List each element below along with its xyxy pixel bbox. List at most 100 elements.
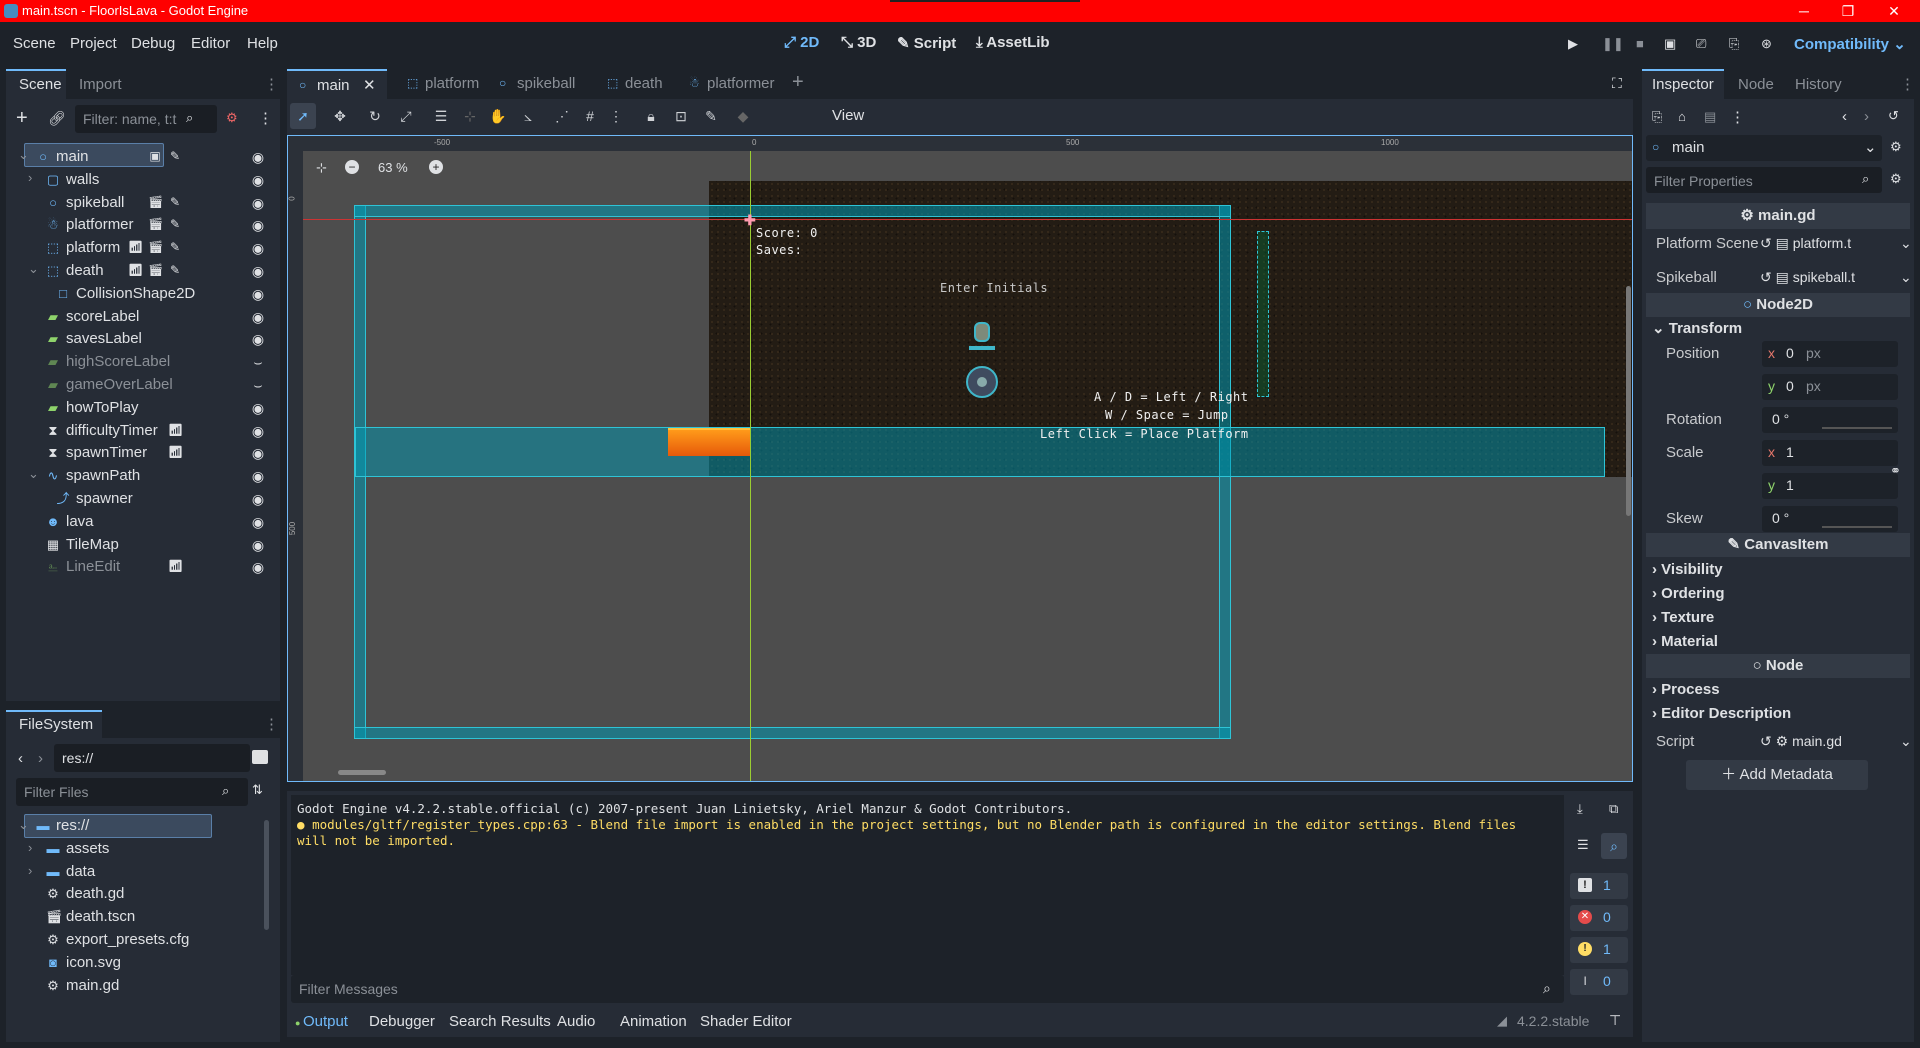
bottom-tab-debugger[interactable]: Debugger <box>369 1013 435 1030</box>
scene-tab-spikeball[interactable]: ○ spikeball <box>487 69 591 99</box>
signal-icon[interactable]: 📶︎ <box>128 263 143 277</box>
instance-icon[interactable]: 🎬︎ <box>148 263 163 277</box>
scale-y-field[interactable]: y 1 <box>1762 473 1898 499</box>
bone-icon[interactable]: ✎ <box>702 107 720 125</box>
viewport-h-scrollbar[interactable] <box>338 770 386 775</box>
view-menu[interactable]: View <box>832 107 864 124</box>
tab-inspector[interactable]: Inspector <box>1652 76 1714 93</box>
zoom-level[interactable]: 63 % <box>378 160 408 175</box>
revert-icon[interactable]: ↺ <box>1760 733 1776 749</box>
kebab-menu-icon[interactable]: ⋮ <box>264 75 279 93</box>
rotation-field[interactable]: 0 ° <box>1762 407 1898 433</box>
resource-more-icon[interactable]: ⋮ <box>1730 108 1745 126</box>
messages-toggle[interactable]: ! 1 <box>1570 873 1628 899</box>
menu-editor[interactable]: Editor <box>191 35 230 52</box>
lock-icon[interactable]: 🔒︎ <box>642 107 660 125</box>
history-back-icon[interactable]: ‹ <box>1842 108 1847 125</box>
file-scrollbar[interactable] <box>264 820 269 930</box>
chevron-down-icon[interactable]: ⌄ <box>18 147 29 163</box>
scene-tab-main[interactable]: ○ main ✕ <box>287 69 387 99</box>
bottom-tab-shader-editor[interactable]: Shader Editor <box>700 1013 792 1030</box>
menu-scene[interactable]: Scene <box>13 35 56 52</box>
visibility-eye-icon[interactable]: ◉ <box>250 309 266 325</box>
output-log[interactable]: Godot Engine v4.2.2.stable.official (c) … <box>291 795 1564 975</box>
object-selector[interactable]: ○ main ⌄ <box>1646 135 1882 161</box>
new-scene-tab-icon[interactable]: + <box>792 71 804 94</box>
select-tool-icon[interactable]: ➚ <box>294 107 312 125</box>
file-item[interactable]: › ▬ assets <box>10 837 266 861</box>
transform-group[interactable]: ⌄ Transform <box>1652 319 1742 337</box>
skew-slider[interactable] <box>1822 526 1892 528</box>
menu-debug[interactable]: Debug <box>131 35 175 52</box>
visibility-eye-icon[interactable]: ◉ <box>250 263 266 279</box>
collapse-icon[interactable]: ☰ <box>1577 837 1589 853</box>
minimize-button[interactable]: ─ <box>1794 1 1814 21</box>
saves-label-preview[interactable]: Saves: <box>756 243 802 257</box>
rotate-tool-icon[interactable]: ↻ <box>366 107 384 125</box>
history-forward-icon[interactable]: › <box>1864 108 1869 125</box>
visibility-eye-icon[interactable]: ◉ <box>250 217 266 233</box>
revert-icon[interactable]: ↺ <box>1760 269 1776 285</box>
signal-icon[interactable]: 📶︎ <box>168 445 183 459</box>
wall-collision-bottom[interactable] <box>354 727 1231 739</box>
scene-node-lineedit[interactable]: ⎁ LineEdit 📶︎ ◉ <box>10 553 276 581</box>
editor-messages-toggle[interactable]: ⏽ 0 <box>1570 969 1628 995</box>
stop-icon[interactable]: ■ <box>1636 36 1644 51</box>
file-item[interactable]: › ▬ data <box>10 860 266 884</box>
file-item[interactable]: 🎬︎ death.tscn <box>10 905 266 929</box>
smart-snap-icon[interactable]: ⋰ <box>553 107 571 125</box>
pause-icon[interactable]: ❚❚ <box>1602 36 1624 52</box>
kebab-menu-icon[interactable]: ⋮ <box>1900 75 1915 93</box>
instance-icon[interactable]: 🎬︎ <box>148 240 163 254</box>
chevron-down-icon[interactable]: ⌄ <box>18 817 29 833</box>
script-icon[interactable]: ✎ <box>168 263 182 277</box>
sort-icon[interactable]: ⇅ <box>252 782 263 798</box>
chevron-down-icon[interactable]: ⌄ <box>28 466 39 482</box>
clear-icon[interactable]: ⧉ <box>1609 801 1618 817</box>
tab-node[interactable]: Node <box>1738 76 1774 93</box>
scene-tab-platform[interactable]: ⬚ platform <box>395 69 483 99</box>
chevron-right-icon[interactable]: › <box>28 863 32 878</box>
property-options-icon[interactable]: ⚙ <box>1890 171 1902 187</box>
zoom-out-icon[interactable]: − <box>345 160 359 174</box>
zoom-in-icon[interactable]: + <box>429 160 443 174</box>
group-icon[interactable]: ⊡ <box>672 107 690 125</box>
node-settings-icon[interactable]: ⚙ <box>1890 139 1902 155</box>
play-custom-scene-icon[interactable]: ⎘ <box>1729 36 1739 52</box>
hidden-eye-icon[interactable]: ⌣ <box>250 354 266 370</box>
visibility-eye-icon[interactable]: ◉ <box>250 240 266 256</box>
copy-icon[interactable]: ⤓ <box>1577 801 1583 817</box>
spikeball-field[interactable]: ↺ ▤ spikeball.t ⌄ <box>1760 269 1912 293</box>
hidden-eye-icon[interactable]: ⌣ <box>250 377 266 393</box>
forward-icon[interactable]: › <box>38 750 43 767</box>
renderer-select[interactable]: Compatibility ⌄ <box>1794 35 1906 53</box>
scene-tab-platformer[interactable]: ☃ platformer <box>677 69 785 99</box>
scale-x-field[interactable]: x 1 <box>1762 440 1898 466</box>
file-item[interactable]: ⌄ ▬ res:// <box>10 814 266 838</box>
workspace-3d-button[interactable]: ⤡ 3D <box>841 34 876 51</box>
script-icon[interactable]: ✎ <box>168 195 182 209</box>
skeleton-icon[interactable]: ◆ <box>734 107 752 125</box>
tab-filesystem[interactable]: FileSystem <box>19 716 93 733</box>
menu-help[interactable]: Help <box>247 35 278 52</box>
filter-properties-input[interactable]: Filter Properties <box>1646 167 1882 193</box>
load-resource-icon[interactable]: ⌂ <box>1678 109 1686 124</box>
visibility-eye-icon[interactable]: ◉ <box>250 491 266 507</box>
death-area-collision[interactable] <box>355 427 1605 477</box>
scale-tool-icon[interactable]: ⤢ <box>397 107 415 125</box>
close-tab-icon[interactable]: ✕ <box>363 76 376 94</box>
score-label-preview[interactable]: Score: 0 <box>756 226 818 240</box>
bottom-tab-animation[interactable]: Animation <box>620 1013 687 1030</box>
bottom-tab-audio[interactable]: Audio <box>557 1013 595 1030</box>
wall-collision-top[interactable] <box>354 205 1231 217</box>
move-tool-icon[interactable]: ✥ <box>331 107 349 125</box>
position-x-field[interactable]: x 0 px <box>1762 341 1898 367</box>
ordering-group[interactable]: › Ordering <box>1652 585 1725 602</box>
movie-maker-icon[interactable]: ⊛ <box>1761 36 1772 52</box>
object-history-icon[interactable]: ↺ <box>1888 108 1899 124</box>
signal-icon[interactable]: 📶︎ <box>128 240 143 254</box>
workspace-assetlib-button[interactable]: ⤓ AssetLib <box>976 34 1050 51</box>
viewport-2d[interactable]: -500 0 500 1000 0 500 ⊹ − 63 % + ✚ Score… <box>287 135 1633 782</box>
platform-collision[interactable] <box>1257 231 1269 397</box>
tab-history[interactable]: History <box>1795 76 1842 93</box>
